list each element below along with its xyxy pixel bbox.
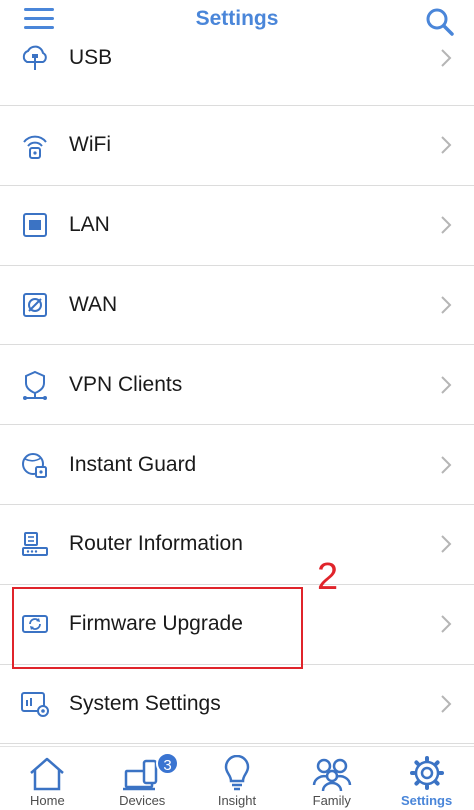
devices-count-badge: 3: [156, 752, 179, 775]
settings-item-label: LAN: [69, 213, 110, 237]
settings-item-system-settings[interactable]: System Settings: [0, 665, 474, 745]
instant-guard-icon: [22, 452, 47, 478]
settings-item-vpn-clients[interactable]: VPN Clients: [0, 345, 474, 426]
settings-item-label: WiFi: [69, 133, 111, 157]
chevron-right-icon: [441, 136, 452, 155]
tab-label: Family: [312, 793, 351, 808]
chevron-right-icon: [441, 376, 452, 394]
chevron-right-icon: [441, 296, 452, 314]
chevron-right-icon: [441, 49, 452, 67]
gear-icon: [409, 756, 444, 790]
usb-cloud-icon: [22, 45, 47, 71]
settings-item-instant-guard[interactable]: Instant Guard: [0, 425, 474, 505]
tab-settings[interactable]: Settings: [379, 747, 474, 810]
tab-label: Insight: [217, 793, 257, 808]
lightbulb-icon: [224, 755, 250, 791]
settings-item-wifi[interactable]: WiFi: [0, 106, 474, 186]
settings-item-label: VPN Clients: [69, 372, 183, 396]
settings-item-label: WAN: [69, 292, 118, 316]
tab-home[interactable]: Home: [0, 747, 95, 810]
settings-item-router-information[interactable]: Router Information: [0, 505, 474, 585]
wan-globe-icon: [23, 292, 47, 317]
wifi-icon: [23, 136, 47, 160]
chevron-right-icon: [441, 535, 452, 554]
router-icon: [22, 532, 48, 557]
chevron-right-icon: [441, 615, 452, 633]
chevron-right-icon: [441, 455, 452, 474]
tab-insight[interactable]: Insight: [190, 747, 285, 810]
bottom-tab-bar: Home Devices Insight Family Settings: [0, 746, 474, 810]
step-number-annotation: 2: [317, 556, 339, 598]
family-icon: [312, 758, 352, 792]
home-icon: [30, 757, 65, 791]
settings-item-label: USB: [69, 46, 113, 70]
chevron-right-icon: [441, 216, 452, 234]
tab-label: Devices: [119, 793, 166, 808]
settings-item-label: System Settings: [69, 691, 221, 715]
lan-port-icon: [23, 213, 47, 238]
settings-item-lan[interactable]: LAN: [0, 186, 474, 266]
tab-label: Home: [30, 793, 65, 808]
tab-family[interactable]: Family: [284, 747, 379, 810]
settings-item-label: Instant Guard: [69, 452, 197, 476]
highlight-box: [12, 587, 303, 669]
settings-item-label: Router Information: [69, 532, 243, 556]
settings-item-usb[interactable]: USB: [0, 27, 474, 106]
tab-label: Settings: [400, 793, 453, 808]
vpn-shield-icon: [23, 370, 47, 400]
chevron-right-icon: [441, 695, 452, 713]
system-settings-icon: [21, 691, 49, 717]
settings-item-wan[interactable]: WAN: [0, 266, 474, 346]
